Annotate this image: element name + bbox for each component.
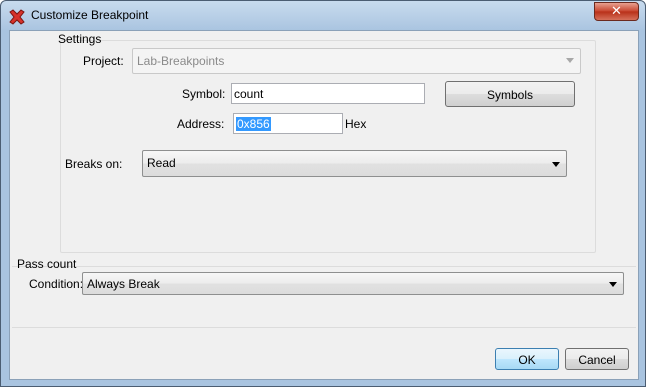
address-input[interactable]: 0x856 — [233, 113, 343, 134]
address-unit: Hex — [345, 117, 367, 131]
project-label: Project: — [83, 54, 124, 68]
symbols-button-label: Symbols — [486, 88, 533, 102]
dialog-window: Customize Breakpoint ✕ Settings Project:… — [0, 0, 646, 387]
red-x-breakpoint-icon — [9, 9, 25, 25]
symbol-value: count — [234, 87, 264, 101]
cancel-button-label: Cancel — [578, 353, 616, 367]
chevron-down-icon — [552, 162, 560, 167]
dialog-body: Settings Project: Lab-Breakpoints Symbol… — [9, 30, 639, 380]
chevron-down-icon — [566, 58, 574, 63]
symbol-label: Symbol: — [182, 87, 226, 101]
condition-select[interactable]: Always Break — [82, 272, 624, 295]
chevron-down-icon — [609, 282, 617, 287]
title-bar[interactable]: Customize Breakpoint ✕ — [1, 1, 645, 31]
breaks-on-select[interactable]: Read — [142, 150, 567, 177]
project-combo: Lab-Breakpoints — [132, 48, 581, 74]
breaks-on-value: Read — [147, 156, 176, 170]
symbols-button[interactable]: Symbols — [445, 81, 575, 107]
address-value: 0x856 — [236, 117, 271, 131]
condition-value: Always Break — [87, 277, 160, 291]
symbol-input[interactable]: count — [231, 83, 425, 104]
ok-button-label: OK — [518, 353, 536, 367]
window-title: Customize Breakpoint — [31, 8, 149, 22]
address-label: Address: — [177, 117, 225, 131]
condition-label: Condition: — [29, 277, 84, 291]
project-value: Lab-Breakpoints — [137, 54, 225, 68]
close-icon: ✕ — [611, 4, 622, 19]
breaks-on-label: Breaks on: — [65, 157, 123, 171]
cancel-button[interactable]: Cancel — [565, 348, 629, 370]
pass-count-legend: Pass count — [17, 257, 77, 271]
close-button[interactable]: ✕ — [594, 2, 639, 21]
ok-button[interactable]: OK — [495, 348, 559, 370]
settings-legend: Settings — [58, 32, 102, 46]
